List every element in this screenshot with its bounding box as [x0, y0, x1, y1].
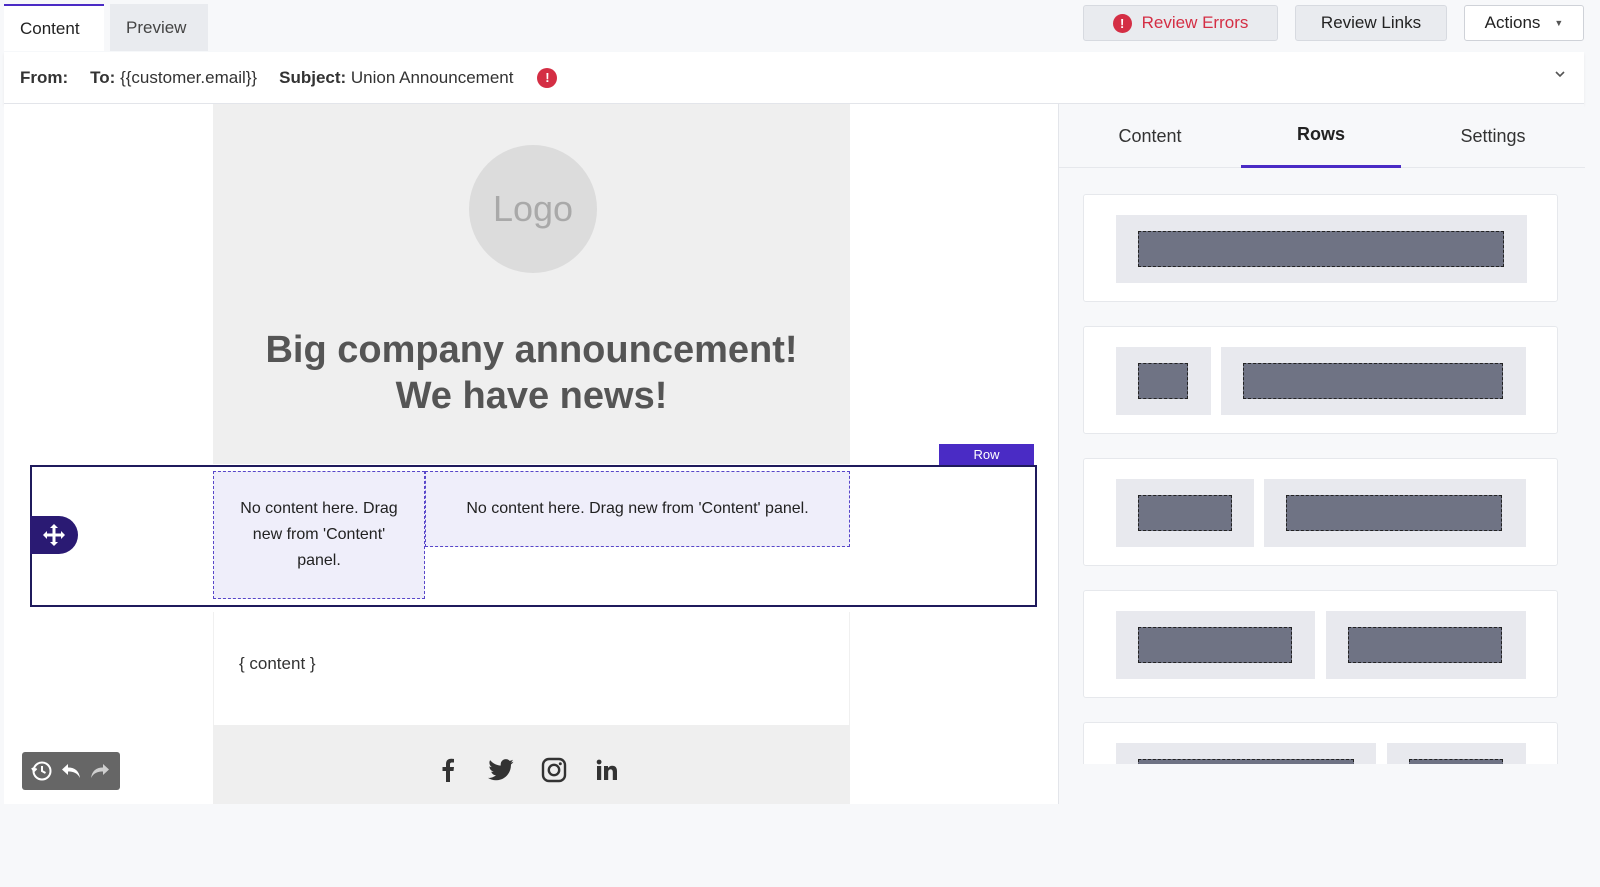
row-layout-1-2-columns[interactable]: [1083, 458, 1558, 566]
move-handle[interactable]: [30, 516, 78, 554]
tab-preview-label: Preview: [126, 17, 187, 37]
layout-cell-placeholder: [1138, 759, 1354, 764]
undo-icon[interactable]: [59, 759, 83, 783]
side-panel: Content Rows Settings: [1058, 104, 1585, 804]
layout-cell: [1387, 743, 1526, 764]
caret-down-icon: ▼: [1554, 18, 1564, 28]
subject-value: Union Announcement: [350, 67, 514, 87]
layout-cell: [1116, 611, 1315, 679]
layout-cell: [1116, 215, 1527, 283]
from-label: From:: [20, 67, 69, 87]
subject-label: Subject:: [279, 67, 347, 87]
side-tab-rows[interactable]: Rows: [1241, 104, 1401, 168]
layout-cell-placeholder: [1138, 231, 1504, 267]
layout-cell-placeholder: [1138, 627, 1292, 663]
to-value: {{customer.email}}: [120, 67, 258, 87]
tab-content[interactable]: Content: [4, 4, 104, 51]
layout-cell-placeholder: [1409, 759, 1503, 764]
row-layouts-list[interactable]: [1083, 194, 1558, 764]
history-icon[interactable]: [30, 759, 54, 783]
tab-content-label: Content: [20, 18, 80, 38]
headline-line1: Big company announcement!: [265, 329, 798, 371]
editor-canvas: Logo Big company announcement! We have n…: [4, 104, 1058, 804]
layout-cell: [1116, 347, 1211, 415]
row-layout-2-equal-columns[interactable]: [1083, 590, 1558, 698]
layout-cell: [1264, 479, 1526, 547]
email-hero-section[interactable]: Logo Big company announcement! We have n…: [213, 104, 850, 464]
row-layout-1-column[interactable]: [1083, 194, 1558, 302]
layout-cell-placeholder: [1138, 363, 1188, 399]
email-body: Logo Big company announcement! We have n…: [213, 104, 850, 804]
headline[interactable]: Big company announcement! We have news!: [213, 327, 850, 419]
review-errors-label: Review Errors: [1141, 13, 1249, 32]
layout-cell-placeholder: [1286, 495, 1502, 531]
row-column-1-dropzone[interactable]: No content here. Drag new from 'Content'…: [213, 471, 425, 599]
layout-cell: [1116, 743, 1376, 764]
row-label-badge: Row: [939, 444, 1034, 465]
layout-cell-placeholder: [1138, 495, 1232, 531]
layout-cell-placeholder: [1243, 363, 1503, 399]
layout-cell: [1326, 611, 1526, 679]
row-layout-1-3-columns[interactable]: [1083, 326, 1558, 434]
subject-warning-icon: !: [537, 67, 558, 88]
error-icon: !: [1112, 13, 1132, 33]
side-tab-content[interactable]: Content: [1059, 104, 1241, 168]
review-links-button[interactable]: Review Links: [1295, 5, 1447, 41]
to-label: To:: [90, 67, 116, 87]
row-layout-2-1-columns[interactable]: [1083, 722, 1558, 764]
top-bar: Content Preview ! Review Errors Review L…: [0, 0, 1600, 52]
row-column-2-dropzone[interactable]: No content here. Drag new from 'Content'…: [425, 471, 850, 547]
review-errors-button[interactable]: ! Review Errors: [1083, 5, 1278, 41]
history-toolbar: [22, 752, 120, 790]
email-header[interactable]: From: To: {{customer.email}} Subject: Un…: [4, 52, 1584, 104]
redo-icon[interactable]: [88, 759, 112, 783]
to-field: To: {{customer.email}}: [90, 68, 257, 88]
move-icon: [43, 524, 65, 546]
chevron-down-icon[interactable]: [1554, 68, 1566, 80]
layout-cell: [1221, 347, 1526, 415]
logo-placeholder[interactable]: Logo: [469, 145, 597, 273]
layout-cell: [1116, 479, 1254, 547]
tab-preview[interactable]: Preview: [110, 4, 208, 51]
layout-cell-placeholder: [1348, 627, 1502, 663]
headline-line2: We have news!: [395, 375, 668, 417]
subject-field: Subject: Union Announcement: [279, 68, 513, 88]
side-tab-settings[interactable]: Settings: [1401, 104, 1585, 168]
review-links-label: Review Links: [1320, 13, 1422, 32]
side-tabs: Content Rows Settings: [1059, 104, 1585, 168]
actions-label: Actions: [1484, 13, 1541, 32]
actions-dropdown[interactable]: Actions ▼: [1464, 5, 1584, 41]
